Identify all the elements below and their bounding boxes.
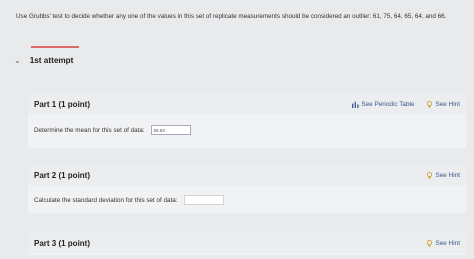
part-1-panel: Part 1 (1 point) See Periodic Table See …	[28, 94, 466, 148]
mean-answer-field[interactable]: 65.83	[150, 125, 191, 135]
part-3-hint-label: See Hint	[435, 239, 460, 247]
part-3-title: Part 3 (1 point)	[34, 238, 91, 248]
std-dev-answer-field[interactable]	[183, 195, 224, 205]
part-2-hint-button[interactable]: See Hint	[426, 172, 460, 179]
part-2-body: Calculate the standard deviation for thi…	[28, 195, 466, 205]
periodic-table-label: See Periodic Table	[361, 100, 415, 108]
part-3-hint-button[interactable]: See Hint	[426, 240, 460, 247]
periodic-table-button[interactable]: See Periodic Table	[352, 101, 414, 108]
part-1-title: Part 1 (1 point)	[34, 99, 91, 109]
part-1-hint-button[interactable]: See Hint	[426, 101, 460, 108]
part-1-tools: See Periodic Table See Hint	[352, 101, 460, 108]
part-2-panel: Part 2 (1 point) See Hint Calculate the …	[28, 165, 466, 213]
lightbulb-icon	[427, 100, 433, 107]
part-1-header: Part 1 (1 point) See Periodic Table See …	[28, 94, 466, 114]
question-text: Use Grubbs' test to decide whether any o…	[16, 13, 447, 20]
part-2-header: Part 2 (1 point) See Hint	[28, 165, 466, 185]
part-3-panel: Part 3 (1 point) See Hint	[28, 233, 466, 255]
part-2-tools: See Hint	[426, 172, 460, 179]
part-1-body: Determine the mean for this set of data:…	[28, 125, 466, 135]
part-1-prompt: Determine the mean for this set of data:	[34, 126, 145, 134]
part-3-tools: See Hint	[426, 240, 460, 247]
active-attempt-indicator	[31, 46, 79, 48]
attempt-title: 1st attempt	[29, 56, 74, 65]
part-2-prompt: Calculate the standard deviation for thi…	[34, 196, 178, 204]
part-1-hint-label: See Hint	[435, 100, 460, 108]
chevron-down-icon[interactable]: ⌄	[14, 56, 21, 65]
part-2-title: Part 2 (1 point)	[34, 170, 91, 180]
lightbulb-icon	[427, 239, 433, 246]
attempt-header[interactable]: ⌄ 1st attempt	[14, 56, 73, 65]
lightbulb-icon	[427, 171, 433, 178]
part-3-header: Part 3 (1 point) See Hint	[28, 233, 466, 253]
part-2-hint-label: See Hint	[435, 171, 460, 179]
periodic-table-icon	[352, 101, 359, 108]
